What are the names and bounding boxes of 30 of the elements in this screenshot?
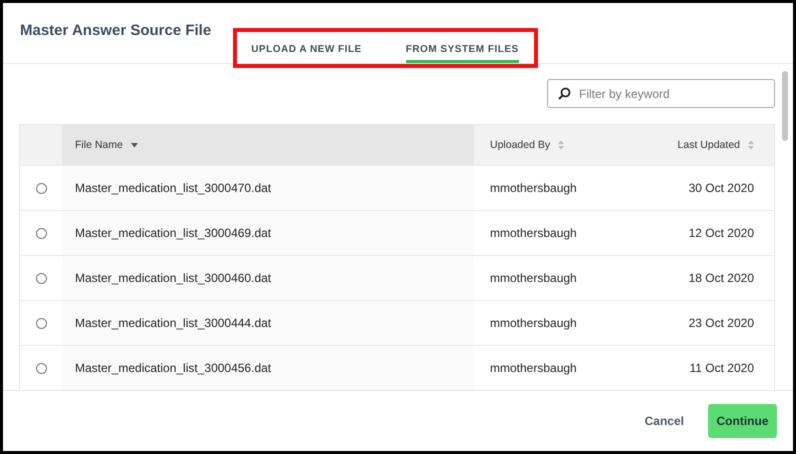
table-cell: Master_medication_list_3000456.dat: [75, 361, 272, 375]
table-cell: 18 Oct 2020: [688, 271, 754, 285]
table-cell: 23 Oct 2020: [688, 316, 754, 330]
tab[interactable]: UPLOAD A NEW FILE: [251, 44, 362, 63]
table-cell: 12 Oct 2020: [688, 226, 754, 240]
table-cell: mmothersbaugh: [490, 316, 577, 330]
filter-field[interactable]: Filter by keyword: [547, 79, 775, 108]
table-cell: Master_medication_list_3000470.dat: [75, 181, 272, 195]
column-header[interactable]: File Name: [75, 139, 123, 151]
table-cell: 30 Oct 2020: [688, 181, 754, 195]
table-cell: Master_medication_list_3000469.dat: [75, 226, 272, 240]
table-cell: mmothersbaugh: [490, 181, 577, 195]
table-cell: mmothersbaugh: [490, 361, 577, 375]
table-cell: mmothersbaugh: [490, 226, 577, 240]
continue-button[interactable]: Continue: [708, 404, 777, 438]
table-cell: Master_medication_list_3000460.dat: [75, 271, 272, 285]
table-cell: 11 Oct 2020: [690, 361, 754, 375]
table-cell: mmothersbaugh: [490, 271, 577, 285]
column-header[interactable]: Last Updated: [678, 139, 740, 151]
table-cell: Master_medication_list_3000444.dat: [75, 316, 272, 330]
radio-button[interactable]: [36, 272, 46, 284]
tab[interactable]: FROM SYSTEM FILES: [406, 44, 519, 63]
radio-button[interactable]: [36, 318, 46, 328]
column-header[interactable]: Uploaded By: [490, 139, 550, 151]
dialog-title: Master Answer Source File: [20, 22, 212, 39]
scrollbar[interactable]: [782, 71, 788, 141]
radio-button[interactable]: [36, 228, 46, 238]
cancel-button[interactable]: Cancel: [634, 406, 694, 436]
radio-button[interactable]: [36, 362, 46, 374]
radio-button[interactable]: [36, 182, 46, 194]
